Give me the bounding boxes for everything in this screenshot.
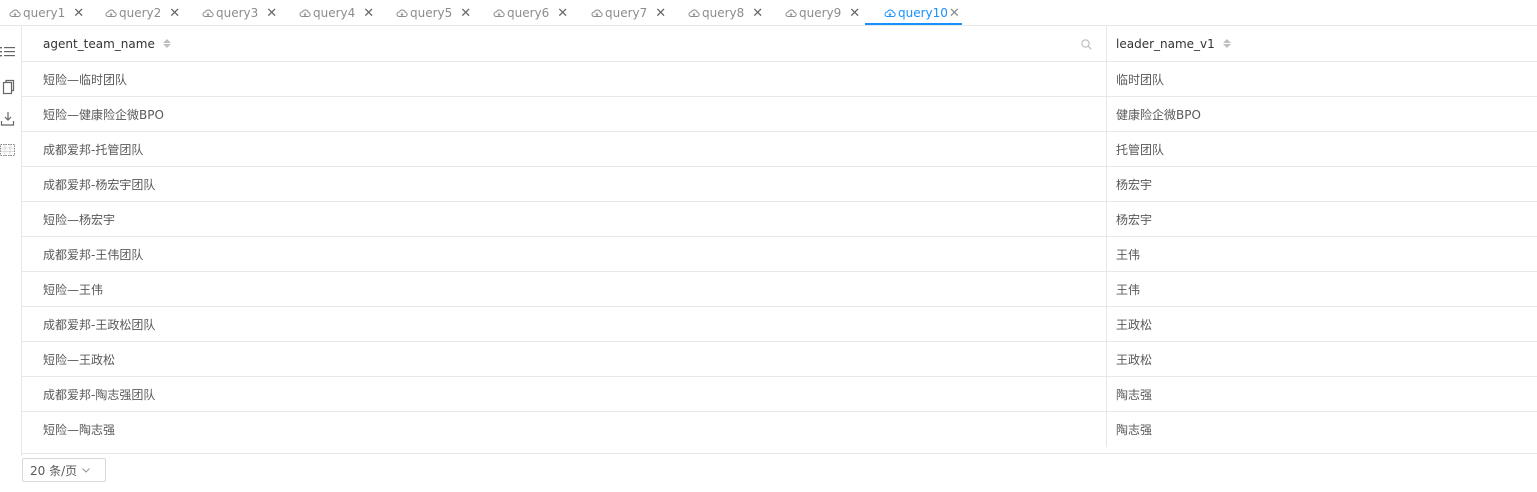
- close-icon[interactable]: ✕: [460, 7, 471, 20]
- cell-leader-name: 王政松: [1106, 342, 1537, 376]
- download-icon[interactable]: [0, 111, 16, 127]
- cloud-icon: [396, 7, 408, 19]
- page-size-label: 20 条/页: [30, 463, 78, 478]
- cell-leader-name: 托管团队: [1106, 132, 1537, 166]
- close-icon[interactable]: ✕: [752, 7, 763, 20]
- table-header: agent_team_name leader_name_v1: [22, 26, 1537, 62]
- active-tab-indicator: [865, 23, 962, 25]
- tab-label: query10: [898, 6, 948, 20]
- close-icon[interactable]: ✕: [73, 7, 84, 20]
- tab-query8[interactable]: query8 ✕: [688, 0, 763, 26]
- cell-agent-team-name: 短险—临时团队: [43, 72, 128, 87]
- cell-agent-team-name: 短险—健康险企微BPO: [43, 107, 164, 122]
- close-icon[interactable]: ✕: [557, 7, 568, 20]
- list-icon[interactable]: [0, 44, 16, 60]
- sort-icon[interactable]: [162, 39, 171, 48]
- tab-label: query9: [799, 6, 842, 20]
- tab-query1[interactable]: query1 ✕: [9, 0, 84, 26]
- cell-leader-name: 王伟: [1106, 272, 1537, 306]
- cell-agent-team-name: 短险—陶志强: [43, 423, 116, 437]
- cloud-icon: [591, 7, 603, 19]
- cell-agent-team-name: 短险—王政松: [43, 352, 116, 367]
- table-row[interactable]: 短险—王伟 王伟: [22, 272, 1537, 307]
- tab-label: query5: [410, 6, 453, 20]
- close-icon[interactable]: ✕: [169, 7, 180, 20]
- tab-label: query4: [313, 6, 356, 20]
- cloud-icon: [884, 7, 896, 19]
- table-settings-icon[interactable]: [0, 142, 16, 158]
- tab-label: query7: [605, 6, 648, 20]
- table-row[interactable]: 短险—健康险企微BPO 健康险企微BPO: [22, 97, 1537, 132]
- table-row[interactable]: 成都爱邦-王伟团队 王伟: [22, 237, 1537, 272]
- tab-query2[interactable]: query2 ✕: [105, 0, 180, 26]
- cloud-icon: [299, 7, 311, 19]
- table-row[interactable]: 成都爱邦-陶志强团队 陶志强: [22, 377, 1537, 412]
- search-icon[interactable]: [1081, 39, 1092, 50]
- cell-leader-name: 王政松: [1106, 307, 1537, 341]
- copy-icon[interactable]: [0, 79, 16, 95]
- result-toolbar: [0, 26, 22, 456]
- result-table: agent_team_name leader_name_v1 短险—临时团队 临…: [22, 26, 1537, 454]
- tab-query7[interactable]: query7 ✕: [591, 0, 666, 26]
- cloud-icon: [9, 7, 21, 19]
- column-header-leader-name-v1[interactable]: leader_name_v1: [1106, 26, 1537, 61]
- tab-label: query1: [23, 6, 66, 20]
- tab-query6[interactable]: query6 ✕: [493, 0, 568, 26]
- tab-query9[interactable]: query9 ✕: [785, 0, 860, 26]
- cell-agent-team-name: 成都爱邦-陶志强团队: [43, 387, 156, 402]
- page-size-select[interactable]: 20 条/页: [22, 458, 106, 482]
- cell-agent-team-name: 成都爱邦-王伟团队: [43, 247, 144, 262]
- cell-agent-team-name: 成都爱邦-杨宏宇团队: [43, 177, 156, 192]
- cell-agent-team-name: 成都爱邦-王政松团队: [43, 317, 156, 332]
- table-row[interactable]: 短险—陶志强 陶志强: [22, 412, 1537, 447]
- cloud-icon: [105, 7, 117, 19]
- cell-leader-name: 杨宏宇: [1106, 202, 1537, 236]
- table-row[interactable]: 短险—杨宏宇 杨宏宇: [22, 202, 1537, 237]
- tab-query4[interactable]: query4 ✕: [299, 0, 374, 26]
- tab-label: query6: [507, 6, 550, 20]
- cell-leader-name: 临时团队: [1106, 62, 1537, 96]
- close-icon[interactable]: ✕: [655, 7, 666, 20]
- close-icon[interactable]: ✕: [363, 7, 374, 20]
- close-icon[interactable]: ✕: [266, 7, 277, 20]
- table-row[interactable]: 成都爱邦-托管团队 托管团队: [22, 132, 1537, 167]
- cell-agent-team-name: 成都爱邦-托管团队: [43, 142, 144, 157]
- chevron-down-icon: [82, 468, 91, 473]
- column-header-label: leader_name_v1: [1116, 36, 1215, 51]
- column-header-label: agent_team_name: [43, 36, 155, 51]
- cloud-icon: [202, 7, 214, 19]
- table-row[interactable]: 成都爱邦-杨宏宇团队 杨宏宇: [22, 167, 1537, 202]
- table-row[interactable]: 成都爱邦-王政松团队 王政松: [22, 307, 1537, 342]
- table-row[interactable]: 短险—王政松 王政松: [22, 342, 1537, 377]
- table-row[interactable]: 短险—临时团队 临时团队: [22, 62, 1537, 97]
- cell-leader-name: 王伟: [1106, 237, 1537, 271]
- tab-query3[interactable]: query3 ✕: [202, 0, 277, 26]
- query-tab-bar: query1 ✕ query2 ✕ query3 ✕ query4 ✕ quer…: [0, 0, 1537, 26]
- cloud-icon: [785, 7, 797, 19]
- cloud-icon: [493, 7, 505, 19]
- cell-agent-team-name: 短险—王伟: [43, 282, 104, 297]
- column-header-agent-team-name[interactable]: agent_team_name: [22, 26, 1106, 61]
- cell-leader-name: 健康险企微BPO: [1106, 97, 1537, 131]
- cell-agent-team-name: 短险—杨宏宇: [43, 212, 116, 227]
- cell-leader-name: 杨宏宇: [1106, 167, 1537, 201]
- close-icon[interactable]: ✕: [849, 7, 860, 20]
- tab-label: query8: [702, 6, 745, 20]
- tab-label: query2: [119, 6, 162, 20]
- close-icon[interactable]: ✕: [949, 7, 960, 20]
- tab-label: query3: [216, 6, 259, 20]
- cloud-icon: [688, 7, 700, 19]
- sort-icon[interactable]: [1222, 39, 1231, 48]
- tab-query5[interactable]: query5 ✕: [396, 0, 471, 26]
- cell-leader-name: 陶志强: [1106, 377, 1537, 411]
- cell-leader-name: 陶志强: [1106, 412, 1537, 447]
